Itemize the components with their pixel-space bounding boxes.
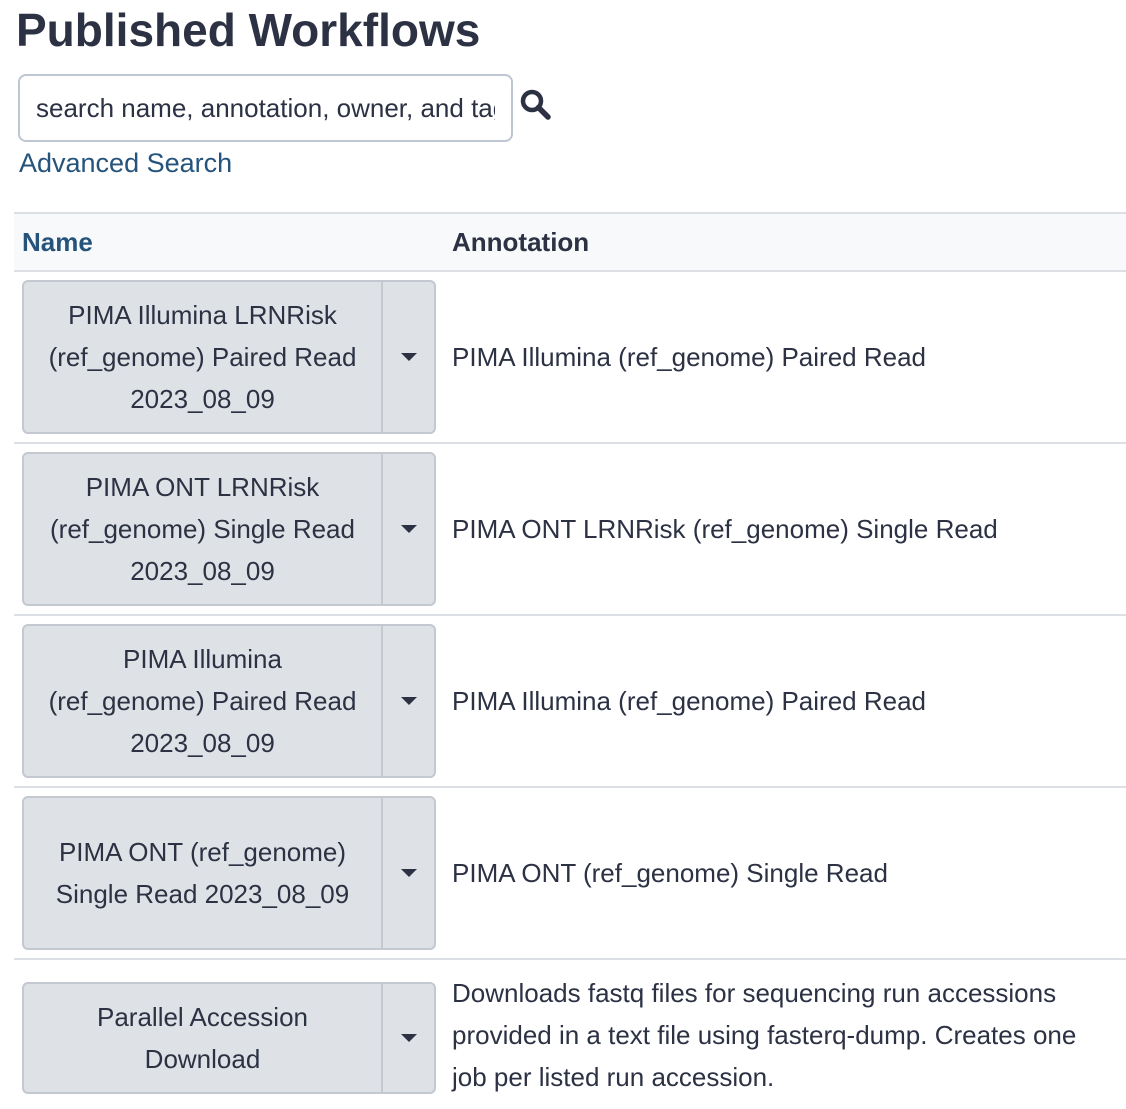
workflow-name-button[interactable]: PIMA Illumina LRNRisk (ref_genome) Paire… <box>24 282 381 432</box>
workflow-dropdown-toggle[interactable] <box>381 983 434 1092</box>
search-icon[interactable] <box>519 88 553 122</box>
workflow-dropdown-toggle[interactable] <box>381 626 434 776</box>
table-row: PIMA Illumina LRNRisk (ref_genome) Paire… <box>14 271 1126 444</box>
name-cell: PIMA Illumina LRNRisk (ref_genome) Paire… <box>14 271 444 444</box>
workflow-dropdown-toggle[interactable] <box>381 798 434 948</box>
workflow-button-group: PIMA Illumina LRNRisk (ref_genome) Paire… <box>22 280 436 434</box>
workflow-button-group: PIMA Illumina (ref_genome) Paired Read 2… <box>22 624 436 778</box>
workflow-dropdown-toggle[interactable] <box>381 454 434 604</box>
annotation-cell: Downloads fastq files for sequencing run… <box>452 977 1077 1092</box>
table-row: Parallel Accession Download Downloads fa… <box>14 959 1126 1109</box>
name-cell: PIMA ONT LRNRisk (ref_genome) Single Rea… <box>14 443 444 616</box>
name-cell: PIMA ONT (ref_genome) Single Read 2023_0… <box>14 787 444 960</box>
table-row: PIMA ONT LRNRisk (ref_genome) Single Rea… <box>14 443 1126 616</box>
workflow-name-button[interactable]: Parallel Accession Download <box>24 984 381 1092</box>
workflow-name-button[interactable]: PIMA ONT LRNRisk (ref_genome) Single Rea… <box>24 454 381 604</box>
search-bar <box>18 74 553 142</box>
annotation-cell: PIMA Illumina (ref_genome) Paired Read <box>444 271 1126 444</box>
workflow-table: Name Annotation PIMA Illumina LRNRisk (r… <box>14 212 1126 1109</box>
workflow-dropdown-toggle[interactable] <box>381 282 434 432</box>
column-header-annotation: Annotation <box>444 212 1126 272</box>
annotation-cell: PIMA Illumina (ref_genome) Paired Read <box>444 615 1126 788</box>
workflow-name-button[interactable]: PIMA Illumina (ref_genome) Paired Read 2… <box>24 626 381 776</box>
caret-down-icon <box>400 1033 417 1042</box>
page-title: Published Workflows <box>16 4 481 56</box>
workflow-button-group: Parallel Accession Download <box>22 981 436 1094</box>
search-input[interactable] <box>18 74 513 142</box>
caret-down-icon <box>400 869 417 877</box>
workflow-button-group: PIMA ONT LRNRisk (ref_genome) Single Rea… <box>22 452 436 606</box>
workflow-name-button[interactable]: PIMA ONT (ref_genome) Single Read 2023_0… <box>24 798 381 948</box>
name-cell: PIMA Illumina (ref_genome) Paired Read 2… <box>14 615 444 788</box>
name-cell: Parallel Accession Download <box>14 959 444 1109</box>
column-header-name[interactable]: Name <box>14 212 444 272</box>
annotation-cell: PIMA ONT LRNRisk (ref_genome) Single Rea… <box>444 443 1126 616</box>
table-header-row: Name Annotation <box>14 212 1126 272</box>
caret-down-icon <box>400 353 417 361</box>
advanced-search-link[interactable]: Advanced Search <box>19 148 232 179</box>
caret-down-icon <box>400 525 417 533</box>
annotation-cell: PIMA ONT (ref_genome) Single Read <box>444 787 1126 960</box>
workflow-button-group: PIMA ONT (ref_genome) Single Read 2023_0… <box>22 796 436 950</box>
caret-down-icon <box>400 697 417 705</box>
table-row: PIMA Illumina (ref_genome) Paired Read 2… <box>14 615 1126 788</box>
table-row: PIMA ONT (ref_genome) Single Read 2023_0… <box>14 787 1126 960</box>
